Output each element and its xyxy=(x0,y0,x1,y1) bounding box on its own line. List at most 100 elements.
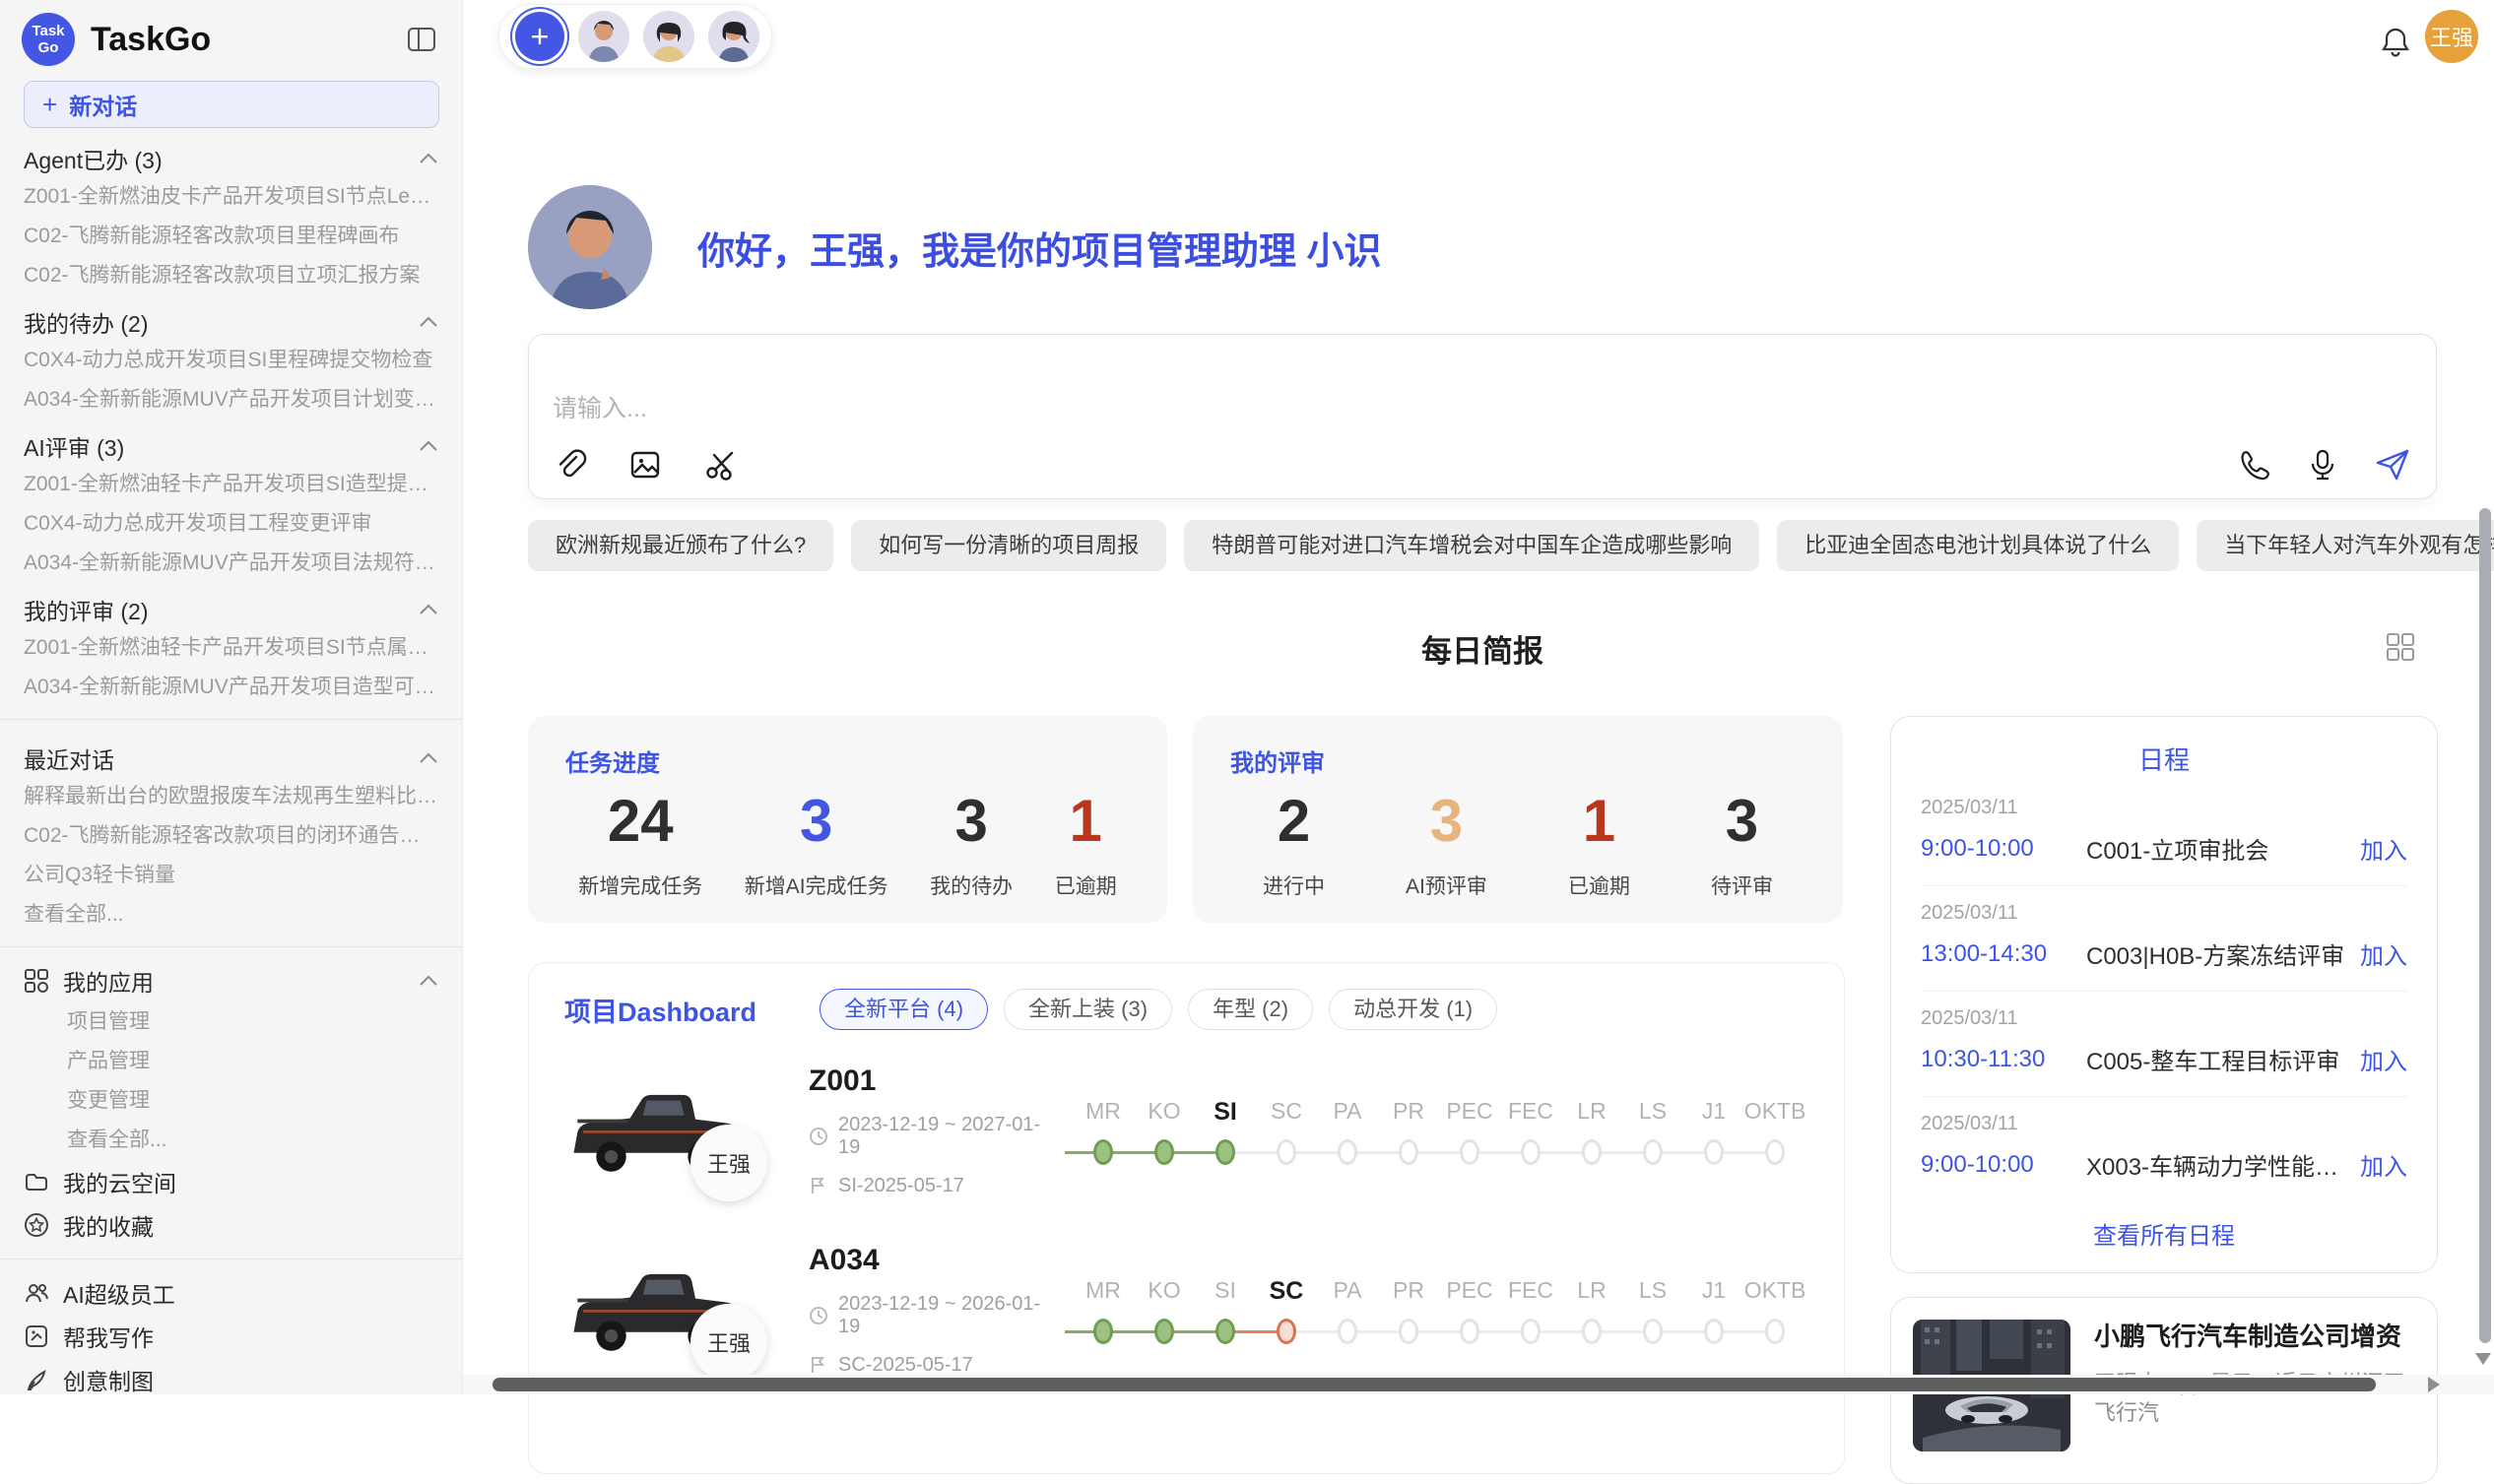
sidebar-collapse-button[interactable] xyxy=(403,22,440,57)
app-link-change-mgmt[interactable]: 变更管理 xyxy=(24,1081,438,1121)
suggestion-chip[interactable]: 当下年轻人对汽车外观有怎样的喜好趋势 xyxy=(2197,520,2494,571)
group-header-recent-chats[interactable]: 最近对话 xyxy=(24,732,438,777)
new-chat-button[interactable]: + 新对话 xyxy=(24,81,439,128)
view-all-schedule-link[interactable]: 查看所有日程 xyxy=(1921,1215,2407,1252)
group-header-my-review[interactable]: 我的评审 (2) xyxy=(24,583,438,628)
sidebar-item-creative-draw[interactable]: 创意制图 xyxy=(24,1358,438,1401)
agent-avatar-3[interactable] xyxy=(708,11,759,62)
horizontal-scrollbar[interactable] xyxy=(463,1375,2494,1394)
schedule-item: 2025/03/11 9:00-10:00 X003-车辆动力学性能验... 加… xyxy=(1921,1097,2407,1201)
briefing-layout-button[interactable] xyxy=(2382,628,2419,666)
join-link[interactable]: 加入 xyxy=(2360,831,2407,866)
scroll-down-arrow-icon[interactable] xyxy=(2475,1353,2491,1365)
message-input[interactable] xyxy=(551,394,1733,424)
sidebar-item-cloud-space[interactable]: 我的云空间 xyxy=(24,1160,438,1203)
voice-call-button[interactable] xyxy=(2233,443,2274,486)
milestone-dot-done xyxy=(1215,1319,1235,1344)
greeting-text: 你好，王强，我是你的项目管理助理 小识 xyxy=(697,221,1382,275)
stat-label: 进行中 xyxy=(1263,871,1325,900)
join-link[interactable]: 加入 xyxy=(2360,1147,2407,1182)
microphone-button[interactable] xyxy=(2302,443,2343,486)
sidebar-item-my-apps[interactable]: 我的应用 xyxy=(24,959,438,1002)
sidebar-item-favorites[interactable]: 我的收藏 xyxy=(24,1203,438,1247)
agent-avatar-1[interactable] xyxy=(578,11,629,62)
group-header-my-todo[interactable]: 我的待办 (2) xyxy=(24,295,438,341)
send-button[interactable] xyxy=(2371,443,2414,486)
suggestion-chip[interactable]: 欧洲新规最近颁布了什么? xyxy=(528,520,833,571)
vertical-scrollbar-thumb[interactable] xyxy=(2479,508,2491,1343)
milestone-dot-pending xyxy=(1643,1139,1663,1165)
user-avatar[interactable]: 王强 xyxy=(2425,10,2478,63)
user-name: 王强 xyxy=(2430,21,2473,52)
add-agent-button[interactable]: + xyxy=(515,12,564,61)
horizontal-scrollbar-thumb[interactable] xyxy=(492,1378,2376,1391)
agent-avatar-2[interactable] xyxy=(643,11,694,62)
recent-chat-item[interactable]: C02-飞腾新能源轻客改款项目的闭环通告反馈情况 xyxy=(24,816,438,856)
stat-in-progress: 2 进行中 xyxy=(1263,784,1325,900)
app-link-project-mgmt[interactable]: 项目管理 xyxy=(24,1002,438,1042)
tab-new-body[interactable]: 全新上装 (3) xyxy=(1004,989,1172,1030)
milestone-dot-pending xyxy=(1643,1319,1663,1344)
milestone-dot-done xyxy=(1154,1139,1174,1165)
sidebar-item[interactable]: A034-全新新能源MUV产品开发项目造型可行性评审 xyxy=(24,668,438,707)
image-upload-button[interactable] xyxy=(624,443,667,486)
dashboard-title: 项目Dashboard xyxy=(564,991,756,1029)
paperclip-icon xyxy=(553,447,588,483)
stat-my-todo: 3 我的待办 xyxy=(930,784,1013,900)
project-row-z001[interactable]: 王强 Z001 2023-12-19 ~ 2027-01-19 SI-2025-… xyxy=(564,1052,1844,1209)
project-code: Z001 xyxy=(809,1065,1055,1098)
project-flag: SI-2025-05-17 xyxy=(809,1175,1055,1197)
favorites-label: 我的收藏 xyxy=(63,1208,438,1242)
date-range-text: 2023-12-19 ~ 2027-01-19 xyxy=(838,1114,1055,1159)
join-link[interactable]: 加入 xyxy=(2360,1042,2407,1076)
project-row-a034[interactable]: 王强 A034 2023-12-19 ~ 2026-01-19 SC-2025-… xyxy=(564,1231,1844,1388)
new-chat-label: 新对话 xyxy=(69,88,137,121)
stat-value: 1 xyxy=(1055,784,1117,859)
suggestion-chip[interactable]: 比亚迪全固态电池计划具体说了什么 xyxy=(1777,520,2179,571)
milestone-pr: PR xyxy=(1378,1275,1439,1344)
join-link[interactable]: 加入 xyxy=(2360,936,2407,971)
sidebar-item[interactable]: C0X4-动力总成开发项目工程变更评审 xyxy=(24,504,438,544)
avatar-illustration-icon xyxy=(708,11,759,62)
sidebar-item-ai-employees[interactable]: AI超级员工 xyxy=(24,1271,438,1315)
attach-button[interactable] xyxy=(549,443,592,486)
tab-model-year[interactable]: 年型 (2) xyxy=(1188,989,1313,1030)
sidebar-item[interactable]: A034-全新新能源MUV产品开发项目计划变更表编写 xyxy=(24,380,438,419)
schedule-time: 13:00-14:30 xyxy=(1921,940,2086,968)
milestone-ls: LS xyxy=(1622,1275,1683,1344)
people-icon xyxy=(24,1280,49,1306)
group-header-agent-done[interactable]: Agent已办 (3) xyxy=(24,132,438,177)
apps-view-all-link[interactable]: 查看全部... xyxy=(24,1121,438,1160)
sidebar-item[interactable]: Z001-全新燃油轻卡产品开发项目SI造型提交物评审 xyxy=(24,465,438,504)
schedule-time: 9:00-10:00 xyxy=(1921,835,2086,863)
avatar-illustration-icon xyxy=(643,11,694,62)
recent-view-all-link[interactable]: 查看全部... xyxy=(24,895,438,935)
chevron-up-icon xyxy=(419,975,438,987)
sidebar-item-help-write[interactable]: 帮我写作 xyxy=(24,1315,438,1358)
sidebar-item[interactable]: C0X4-动力总成开发项目SI里程碑提交物检查 xyxy=(24,341,438,380)
composer-tools-right xyxy=(2233,443,2414,486)
scroll-right-arrow-icon[interactable] xyxy=(2428,1377,2440,1392)
sidebar-item[interactable]: C02-飞腾新能源轻客改款项目立项汇报方案 xyxy=(24,256,438,295)
recent-chat-item[interactable]: 公司Q3轻卡销量 xyxy=(24,856,438,895)
sidebar-item[interactable]: C02-飞腾新能源轻客改款项目里程碑画布 xyxy=(24,217,438,256)
tab-new-platform[interactable]: 全新平台 (4) xyxy=(820,989,988,1030)
app-link-product-mgmt[interactable]: 产品管理 xyxy=(24,1042,438,1081)
milestone-sc: SC xyxy=(1256,1275,1317,1344)
ai-employees-label: AI超级员工 xyxy=(63,1276,438,1310)
notifications-button[interactable] xyxy=(2376,22,2415,63)
suggestion-chip[interactable]: 如何写一份清晰的项目周报 xyxy=(851,520,1166,571)
milestone-lr: LR xyxy=(1561,1275,1622,1344)
group-header-ai-review[interactable]: AI评审 (3) xyxy=(24,419,438,465)
stat-overdue: 1 已逾期 xyxy=(1055,784,1117,900)
suggestion-chip[interactable]: 特朗普可能对进口汽车增税会对中国车企造成哪些影响 xyxy=(1184,520,1759,571)
sidebar-item[interactable]: Z001-全新燃油皮卡产品开发项目SI节点Lesson Learn报告 xyxy=(24,177,438,217)
recent-chat-item[interactable]: 解释最新出台的欧盟报废车法规再生塑料比例被调至15%... xyxy=(24,777,438,816)
milestone-dot-pending xyxy=(1338,1139,1357,1165)
milestone-dot-pending xyxy=(1521,1319,1541,1344)
sidebar-item[interactable]: A034-全新新能源MUV产品开发项目法规符合性评审 xyxy=(24,544,438,583)
sidebar-item[interactable]: Z001-全新燃油轻卡产品开发项目SI节点属性5D文件评审 xyxy=(24,628,438,668)
schedule-event-title: X003-车辆动力学性能验... xyxy=(2086,1147,2348,1182)
tab-powertrain[interactable]: 动总开发 (1) xyxy=(1329,989,1497,1030)
screenshot-button[interactable] xyxy=(698,443,742,486)
